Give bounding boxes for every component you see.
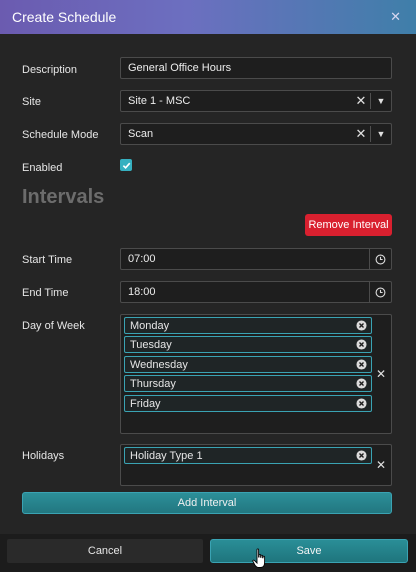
chevron-down-icon[interactable]: ▼ (371, 96, 391, 106)
dialog-footer: Cancel Save (0, 534, 416, 572)
holidays-multiselect[interactable]: Holiday Type 1 ✕ (120, 444, 392, 486)
remove-tag-icon[interactable] (355, 397, 368, 410)
day-tag: Friday (124, 395, 372, 412)
day-tag-label: Friday (130, 397, 161, 410)
day-tag: Thursday (124, 375, 372, 392)
remove-tag-icon[interactable] (355, 358, 368, 371)
holiday-tag-label: Holiday Type 1 (130, 449, 203, 462)
site-value: Site 1 - MSC (128, 95, 191, 107)
dialog-header: Create Schedule ✕ (0, 0, 416, 34)
clear-all-icon[interactable]: ✕ (376, 367, 386, 381)
clear-schedule-mode-icon[interactable]: ✕ (352, 126, 370, 142)
remove-tag-icon[interactable] (355, 319, 368, 332)
schedule-mode-select[interactable]: Scan ✕ ▼ (120, 123, 392, 145)
day-of-week-multiselect[interactable]: Monday Tuesday Wednesday Thursday Friday… (120, 314, 392, 434)
day-of-week-label: Day of Week (22, 320, 85, 332)
site-select[interactable]: Site 1 - MSC ✕ ▼ (120, 90, 392, 112)
clock-icon[interactable] (369, 282, 391, 302)
checkmark-icon (122, 162, 130, 169)
remove-interval-button[interactable]: Remove Interval (305, 214, 392, 236)
start-time-input[interactable]: 07:00 (120, 248, 392, 270)
clear-all-icon[interactable]: ✕ (376, 458, 386, 472)
description-value: General Office Hours (128, 62, 232, 74)
save-button[interactable]: Save (210, 539, 408, 563)
end-time-value: 18:00 (128, 286, 156, 298)
day-tag-label: Thursday (130, 377, 176, 390)
dialog-body: Description General Office Hours Site Si… (0, 34, 416, 534)
holiday-tag: Holiday Type 1 (124, 447, 372, 464)
holidays-label: Holidays (22, 450, 65, 462)
description-input[interactable]: General Office Hours (120, 57, 392, 79)
remove-tag-icon[interactable] (355, 449, 368, 462)
remove-tag-icon[interactable] (355, 338, 368, 351)
day-tag: Tuesday (124, 336, 372, 353)
intervals-heading: Intervals (22, 186, 105, 208)
dialog-title: Create Schedule (12, 9, 117, 25)
day-tag-label: Monday (130, 319, 170, 332)
chevron-down-icon[interactable]: ▼ (371, 129, 391, 139)
schedule-mode-label: Schedule Mode (22, 129, 99, 141)
day-tag-label: Wednesday (130, 358, 188, 371)
enabled-label: Enabled (22, 162, 63, 174)
description-label: Description (22, 64, 78, 76)
day-tag-label: Tuesday (130, 338, 172, 351)
schedule-mode-value: Scan (128, 128, 154, 140)
create-schedule-dialog: Create Schedule ✕ Description General Of… (0, 0, 416, 572)
enabled-checkbox[interactable] (120, 159, 132, 171)
day-tag: Monday (124, 317, 372, 334)
cancel-button[interactable]: Cancel (7, 539, 203, 563)
close-icon[interactable]: ✕ (390, 10, 401, 23)
start-time-label: Start Time (22, 254, 73, 266)
clear-site-icon[interactable]: ✕ (352, 93, 370, 109)
end-time-input[interactable]: 18:00 (120, 281, 392, 303)
clock-icon[interactable] (369, 249, 391, 269)
end-time-label: End Time (22, 287, 69, 299)
remove-tag-icon[interactable] (355, 377, 368, 390)
day-tag: Wednesday (124, 356, 372, 373)
start-time-value: 07:00 (128, 253, 156, 265)
site-label: Site (22, 96, 41, 108)
add-interval-button[interactable]: Add Interval (22, 492, 392, 514)
